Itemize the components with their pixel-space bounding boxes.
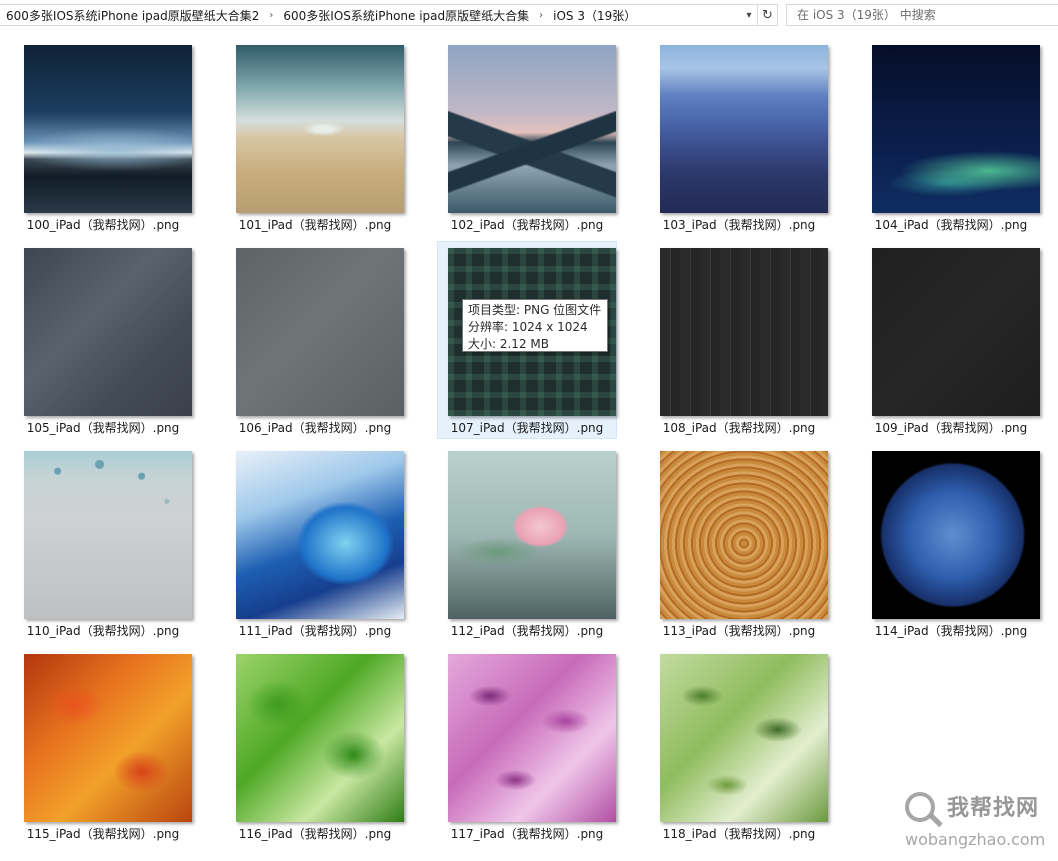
file-name-label[interactable]: 113_iPad（我帮找网）.png — [649, 622, 829, 639]
file-name-label[interactable]: 104_iPad（我帮找网）.png — [861, 216, 1041, 233]
file-item[interactable]: 112_iPad（我帮找网）.png — [437, 444, 617, 642]
breadcrumb-item[interactable]: 600多张IOS系统iPhone ipad原版壁纸大合集2 — [0, 7, 263, 24]
file-thumbnail[interactable] — [660, 248, 828, 416]
file-thumbnail[interactable] — [24, 248, 192, 416]
tooltip-resolution: 分辨率: 1024 x 1024 — [468, 320, 588, 334]
file-thumbnail[interactable] — [24, 654, 192, 822]
file-name-label[interactable]: 109_iPad（我帮找网）.png — [861, 419, 1041, 436]
file-item[interactable]: 115_iPad（我帮找网）.png — [13, 647, 193, 845]
file-thumbnail[interactable] — [24, 451, 192, 619]
file-thumbnail[interactable] — [236, 451, 404, 619]
file-name-label[interactable]: 114_iPad（我帮找网）.png — [861, 622, 1041, 639]
navigation-bar: 600多张IOS系统iPhone ipad原版壁纸大合集2 › 600多张IOS… — [0, 0, 1058, 32]
file-thumbnail[interactable] — [872, 248, 1040, 416]
breadcrumb-separator-icon[interactable]: › — [533, 10, 549, 21]
tooltip-size: 大小: 2.12 MB — [468, 337, 549, 351]
file-item[interactable]: 113_iPad（我帮找网）.png — [649, 444, 829, 642]
breadcrumb-item[interactable]: 600多张IOS系统iPhone ipad原版壁纸大合集 — [279, 7, 533, 24]
file-item[interactable]: 117_iPad（我帮找网）.png — [437, 647, 617, 845]
file-item[interactable]: 109_iPad（我帮找网）.png — [861, 241, 1041, 439]
file-thumbnail[interactable] — [872, 451, 1040, 619]
watermark-text: 我帮找网 — [947, 796, 1040, 821]
chevron-down-icon[interactable]: ▾ — [741, 5, 757, 25]
breadcrumb-item[interactable]: iOS 3（19张） — [549, 7, 640, 24]
file-name-label[interactable]: 102_iPad（我帮找网）.png — [437, 216, 617, 233]
file-thumbnail[interactable] — [236, 248, 404, 416]
file-name-label[interactable]: 111_iPad（我帮找网）.png — [225, 622, 405, 639]
file-thumbnail[interactable] — [448, 45, 616, 213]
file-item[interactable]: 103_iPad（我帮找网）.png — [649, 38, 829, 236]
file-thumbnail[interactable] — [236, 45, 404, 213]
file-item[interactable]: 106_iPad（我帮找网）.png — [225, 241, 405, 439]
file-item[interactable]: 108_iPad（我帮找网）.png — [649, 241, 829, 439]
file-thumbnail[interactable] — [872, 45, 1040, 213]
file-item[interactable]: 102_iPad（我帮找网）.png — [437, 38, 617, 236]
file-name-label[interactable]: 118_iPad（我帮找网）.png — [649, 825, 829, 842]
file-name-label[interactable]: 107_iPad（我帮找网）.png — [438, 419, 616, 436]
file-thumbnail[interactable] — [24, 45, 192, 213]
file-item[interactable]: 116_iPad（我帮找网）.png — [225, 647, 405, 845]
search-box[interactable] — [786, 4, 1058, 26]
file-name-label[interactable]: 103_iPad（我帮找网）.png — [649, 216, 829, 233]
address-bar[interactable]: 600多张IOS系统iPhone ipad原版壁纸大合集2 › 600多张IOS… — [0, 4, 758, 26]
file-item[interactable]: 114_iPad（我帮找网）.png — [861, 444, 1041, 642]
file-item[interactable]: 118_iPad（我帮找网）.png — [649, 647, 829, 845]
file-thumbnail[interactable] — [660, 451, 828, 619]
file-item[interactable]: 100_iPad（我帮找网）.png — [13, 38, 193, 236]
file-item[interactable]: 105_iPad（我帮找网）.png — [13, 241, 193, 439]
search-input[interactable] — [795, 7, 1039, 23]
file-name-label[interactable]: 117_iPad（我帮找网）.png — [437, 825, 617, 842]
refresh-icon[interactable]: ↻ — [758, 4, 778, 26]
file-name-label[interactable]: 116_iPad（我帮找网）.png — [225, 825, 405, 842]
file-thumbnail[interactable] — [236, 654, 404, 822]
file-name-label[interactable]: 101_iPad（我帮找网）.png — [225, 216, 405, 233]
file-info-tooltip: 项目类型: PNG 位图文件 分辨率: 1024 x 1024 大小: 2.12… — [462, 299, 608, 352]
magnifier-handle — [929, 813, 943, 828]
file-name-label[interactable]: 110_iPad（我帮找网）.png — [13, 622, 193, 639]
file-name-label[interactable]: 108_iPad（我帮找网）.png — [649, 419, 829, 436]
watermark-url: wobangzhao.com — [905, 830, 1046, 849]
file-item[interactable]: 101_iPad（我帮找网）.png — [225, 38, 405, 236]
file-name-label[interactable]: 115_iPad（我帮找网）.png — [13, 825, 193, 842]
file-grid: 100_iPad（我帮找网）.png 101_iPad（我帮找网）.png 102_… — [0, 38, 1058, 861]
breadcrumb-separator-icon[interactable]: › — [263, 10, 279, 21]
file-item[interactable]: 104_iPad（我帮找网）.png — [861, 38, 1041, 236]
file-thumbnail[interactable] — [660, 654, 828, 822]
file-name-label[interactable]: 112_iPad（我帮找网）.png — [437, 622, 617, 639]
file-thumbnail[interactable] — [448, 654, 616, 822]
file-name-label[interactable]: 105_iPad（我帮找网）.png — [13, 419, 193, 436]
file-item[interactable]: 111_iPad（我帮找网）.png — [225, 444, 405, 642]
file-item[interactable]: 110_iPad（我帮找网）.png — [13, 444, 193, 642]
file-thumbnail[interactable] — [660, 45, 828, 213]
file-name-label[interactable]: 106_iPad（我帮找网）.png — [225, 419, 405, 436]
watermark: 我帮找网 wobangzhao.com — [905, 790, 1055, 856]
tooltip-item-type: 项目类型: PNG 位图文件 — [468, 303, 602, 317]
file-name-label[interactable]: 100_iPad（我帮找网）.png — [13, 216, 193, 233]
file-thumbnail[interactable] — [448, 451, 616, 619]
